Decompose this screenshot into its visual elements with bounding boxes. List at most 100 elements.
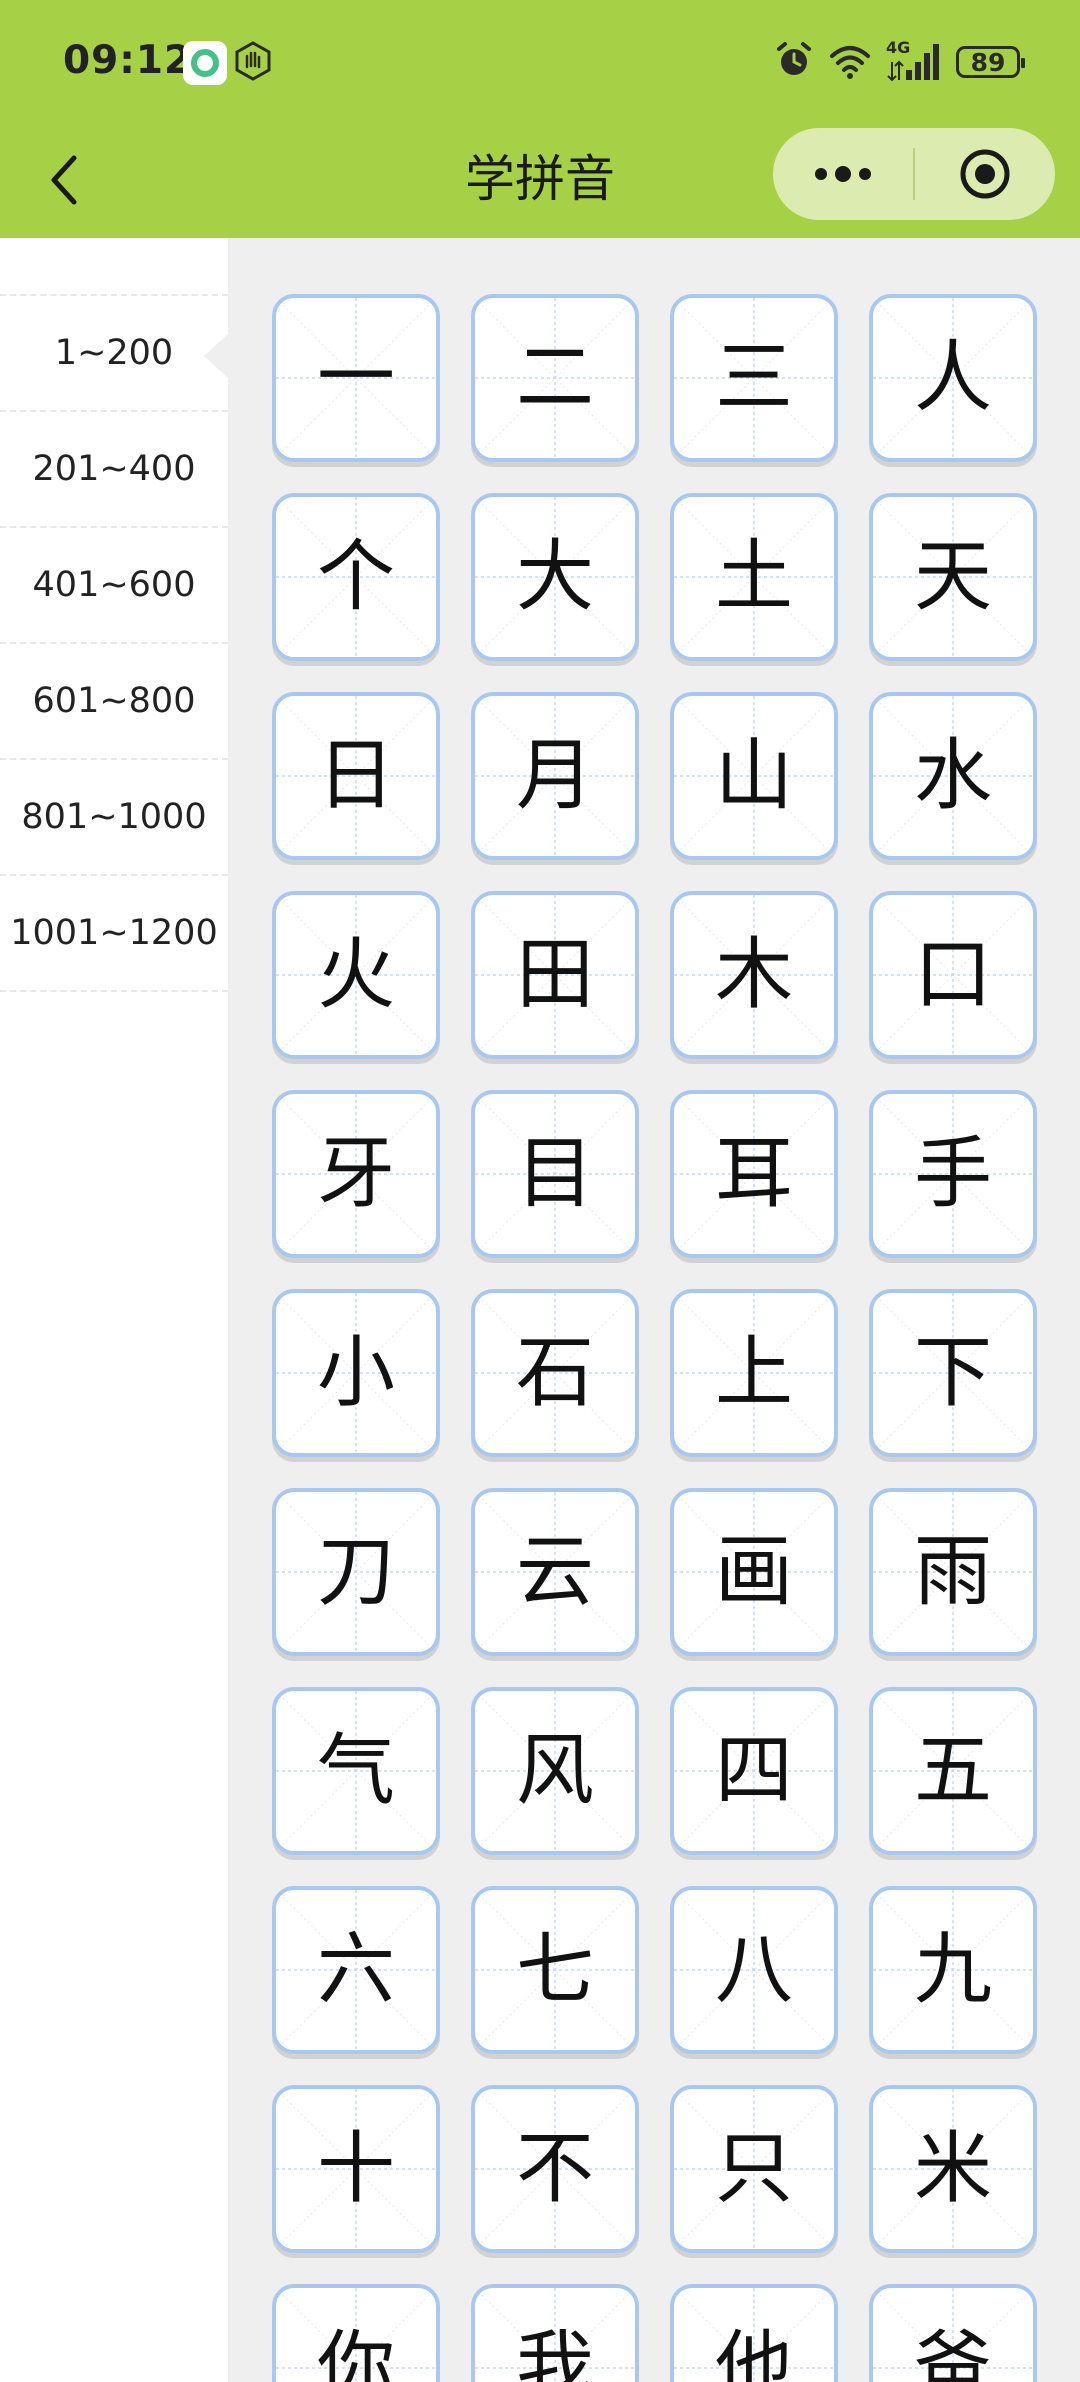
character-card[interactable]: 耳	[670, 1090, 838, 1258]
character-card[interactable]: 风	[471, 1687, 639, 1855]
character-card[interactable]: 云	[471, 1488, 639, 1656]
character-card[interactable]: 爸	[869, 2284, 1037, 2382]
character-glyph: 不	[515, 2124, 594, 2214]
wifi-icon	[828, 40, 872, 84]
character-card[interactable]: 八	[670, 1886, 838, 2054]
character-grid: 一 二 三 人个 大 土 天日 月 山 水火 田 木 口牙 目 耳 手小 石 上 下刀 云 画 雨气 风 四 五六 七 八 九十 不 只 米…	[272, 294, 1037, 2382]
character-card[interactable]: 田	[471, 891, 639, 1059]
character-card[interactable]: 月	[471, 692, 639, 860]
app-notification-icon	[183, 41, 227, 85]
character-glyph: 小	[316, 1328, 395, 1418]
character-glyph: 田	[515, 930, 594, 1020]
character-card[interactable]: 我	[471, 2284, 639, 2382]
character-glyph: 气	[316, 1726, 395, 1816]
character-card[interactable]: 石	[471, 1289, 639, 1457]
character-card[interactable]: 小	[272, 1289, 440, 1457]
range-item[interactable]: 801~1000	[0, 760, 228, 876]
character-glyph: 土	[714, 532, 793, 622]
character-card[interactable]: 火	[272, 891, 440, 1059]
character-glyph: 五	[913, 1726, 992, 1816]
character-glyph: 日	[316, 731, 395, 821]
character-glyph: 爸	[913, 2323, 992, 2382]
more-button[interactable]	[773, 128, 913, 220]
range-item-label: 401~600	[32, 565, 196, 605]
character-glyph: 风	[515, 1726, 594, 1816]
character-card[interactable]: 刀	[272, 1488, 440, 1656]
character-card[interactable]: 六	[272, 1886, 440, 2054]
range-item-label: 1~200	[54, 333, 174, 373]
nav-bar: 学拼音	[0, 124, 1080, 238]
character-card[interactable]: 木	[670, 891, 838, 1059]
hand-notification-icon	[233, 41, 273, 81]
character-card[interactable]: 天	[869, 493, 1037, 661]
character-card[interactable]: 水	[869, 692, 1037, 860]
character-glyph: 人	[913, 333, 992, 423]
character-card[interactable]: 四	[670, 1687, 838, 1855]
character-card[interactable]: 手	[869, 1090, 1037, 1258]
character-card[interactable]: 二	[471, 294, 639, 462]
character-glyph: 只	[714, 2124, 793, 2214]
character-card[interactable]: 九	[869, 1886, 1037, 2054]
character-glyph: 水	[913, 731, 992, 821]
miniprogram-capsule	[773, 128, 1055, 220]
character-glyph: 月	[515, 731, 594, 821]
character-card[interactable]: 目	[471, 1090, 639, 1258]
character-panel: 一 二 三 人个 大 土 天日 月 山 水火 田 木 口牙 目 耳 手小 石 上 下刀 云 画 雨气 风 四 五六 七 八 九十 不 只 米…	[228, 238, 1080, 2382]
character-card[interactable]: 山	[670, 692, 838, 860]
battery-indicator: 89	[956, 46, 1025, 78]
range-item[interactable]: 1~200	[0, 296, 228, 412]
character-glyph: 下	[913, 1328, 992, 1418]
character-card[interactable]: 大	[471, 493, 639, 661]
character-card[interactable]: 下	[869, 1289, 1037, 1457]
character-card[interactable]: 十	[272, 2085, 440, 2253]
character-card[interactable]: 不	[471, 2085, 639, 2253]
character-card[interactable]: 三	[670, 294, 838, 462]
character-glyph: 你	[316, 2323, 395, 2382]
character-glyph: 耳	[714, 1129, 793, 1219]
character-card[interactable]: 气	[272, 1687, 440, 1855]
status-right: 4G 89	[774, 38, 1025, 86]
range-item-label: 201~400	[32, 449, 196, 489]
range-item[interactable]: 601~800	[0, 644, 228, 760]
character-card[interactable]: 五	[869, 1687, 1037, 1855]
character-glyph: 三	[714, 333, 793, 423]
character-card[interactable]: 日	[272, 692, 440, 860]
target-close-icon	[960, 149, 1010, 199]
range-item-label: 801~1000	[21, 797, 207, 837]
character-card[interactable]: 只	[670, 2085, 838, 2253]
character-glyph: 目	[515, 1129, 594, 1219]
character-glyph: 木	[714, 930, 793, 1020]
character-card[interactable]: 人	[869, 294, 1037, 462]
header: 09:12 4G 89 学拼音	[0, 0, 1080, 238]
character-glyph: 九	[913, 1925, 992, 2015]
character-card[interactable]: 画	[670, 1488, 838, 1656]
range-item[interactable]: 1001~1200	[0, 876, 228, 992]
range-list: 1~200 201~400 401~600 601~800 801~1000 1001~1…	[0, 294, 228, 992]
range-item[interactable]: 201~400	[0, 412, 228, 528]
range-item[interactable]: 401~600	[0, 528, 228, 644]
character-card[interactable]: 一	[272, 294, 440, 462]
character-glyph: 火	[316, 930, 395, 1020]
character-card[interactable]: 口	[869, 891, 1037, 1059]
character-card[interactable]: 雨	[869, 1488, 1037, 1656]
character-glyph: 刀	[316, 1527, 395, 1617]
range-item-label: 601~800	[32, 681, 196, 721]
character-glyph: 上	[714, 1328, 793, 1418]
character-glyph: 云	[515, 1527, 594, 1617]
close-miniprogram-button[interactable]	[915, 128, 1055, 220]
character-glyph: 山	[714, 731, 793, 821]
character-glyph: 天	[913, 532, 992, 622]
character-card[interactable]: 牙	[272, 1090, 440, 1258]
character-card[interactable]: 他	[670, 2284, 838, 2382]
cellular-signal-icon: 4G	[886, 38, 942, 84]
character-glyph: 一	[316, 333, 395, 423]
character-glyph: 七	[515, 1925, 594, 2015]
character-card[interactable]: 七	[471, 1886, 639, 2054]
character-card[interactable]: 个	[272, 493, 440, 661]
character-card[interactable]: 米	[869, 2085, 1037, 2253]
character-card[interactable]: 上	[670, 1289, 838, 1457]
range-sidebar: 1~200 201~400 401~600 601~800 801~1000 1001~1…	[0, 238, 228, 2382]
character-card[interactable]: 你	[272, 2284, 440, 2382]
character-glyph: 四	[714, 1726, 793, 1816]
character-card[interactable]: 土	[670, 493, 838, 661]
